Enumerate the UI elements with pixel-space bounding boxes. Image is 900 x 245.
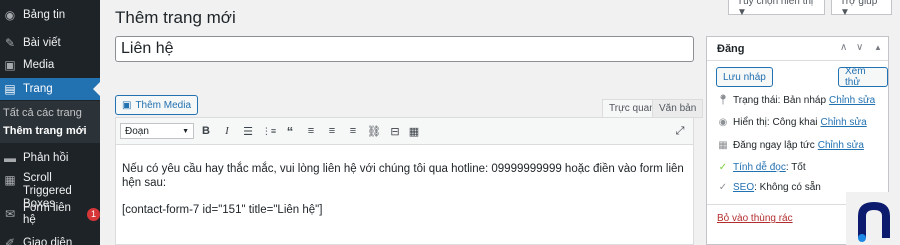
notification-badge: 1: [87, 207, 100, 221]
sidebar-item-label: Form liên hệ: [23, 202, 71, 226]
seo-value: : Không có sẵn: [754, 182, 821, 193]
sidebar-item-posts[interactable]: ✎ Bài viết: [0, 34, 100, 52]
media-icon: ▣: [122, 99, 132, 111]
screen-options-button[interactable]: Tùy chọn hiển thị ▼: [728, 0, 825, 18]
visibility-value: Công khai: [772, 117, 818, 128]
visibility-row: ◉ Hiển thị: Công khai Chỉnh sửa: [717, 117, 867, 128]
mail-icon: ✉: [4, 207, 16, 221]
pin-icon: ✎: [4, 36, 16, 50]
brush-icon: ✐: [4, 236, 16, 245]
unlink-icon[interactable]: ⊟: [388, 124, 402, 138]
publish-box-title: Đăng: [717, 42, 745, 55]
sidebar-item-media[interactable]: ▣ Media: [0, 56, 100, 74]
submenu-add-new-page[interactable]: Thêm trang mới: [0, 125, 100, 137]
bold-icon[interactable]: B: [199, 124, 213, 138]
link-icon[interactable]: ⛓: [367, 124, 381, 138]
visibility-label: Hiển thị:: [733, 117, 770, 128]
schedule-value: ngay lập tức: [759, 140, 815, 151]
toolbar-toggle-icon[interactable]: ▦: [407, 124, 421, 138]
comment-icon: ▬: [4, 151, 16, 165]
numbered-list-icon[interactable]: ⋮≡: [262, 124, 276, 138]
schedule-row: ▦ Đăng ngay lập tức Chỉnh sửa: [717, 140, 864, 151]
add-media-label: Thêm Media: [135, 99, 192, 111]
status-edit-link[interactable]: Chỉnh sửa: [829, 95, 875, 106]
content-paragraph: Nếu có yêu cầu hay thắc mắc, vui lòng li…: [122, 163, 684, 189]
tab-text[interactable]: Văn bản: [652, 99, 704, 118]
editor-content[interactable]: Nếu có yêu cầu hay thắc mắc, vui lòng li…: [122, 162, 687, 230]
preview-button[interactable]: Xem thử: [838, 66, 888, 88]
page-title: Thêm trang mới: [115, 8, 236, 27]
dashboard-icon: ◉: [4, 8, 16, 22]
readability-row: ✓ Tính dễ đọc : Tốt: [717, 162, 806, 173]
page-icon: ▤: [4, 82, 16, 96]
align-center-icon[interactable]: ≡: [325, 124, 339, 138]
seo-row: ✓ SEO : Không có sẵn: [717, 182, 821, 193]
bullet-list-icon[interactable]: ☰: [241, 124, 255, 138]
align-left-icon[interactable]: ≡: [304, 124, 318, 138]
chevron-down-icon: ▼: [182, 128, 189, 135]
sidebar-item-label: Phản hồi: [23, 152, 69, 164]
post-title-input[interactable]: [115, 36, 694, 62]
sidebar-item-appearance[interactable]: ✐ Giao diện: [0, 234, 100, 245]
calendar-icon: ▦: [718, 140, 728, 151]
blockquote-icon[interactable]: “: [283, 124, 297, 139]
save-draft-button[interactable]: Lưu nháp: [716, 67, 773, 87]
sidebar-item-scroll-boxes[interactable]: ▦ Scroll Triggered Boxes: [0, 172, 100, 210]
add-media-button[interactable]: ▣ Thêm Media: [115, 95, 199, 115]
sidebar-item-dashboard[interactable]: ◉ Bảng tin: [0, 6, 100, 24]
schedule-edit-link[interactable]: Chỉnh sửa: [818, 140, 864, 151]
seo-link[interactable]: SEO: [733, 182, 754, 193]
sidebar-item-label: Giao diện: [23, 237, 73, 245]
format-value: Đoạn: [125, 125, 149, 137]
readability-value: : Tốt: [785, 162, 806, 173]
box-icon: ▦: [4, 173, 16, 187]
readability-link[interactable]: Tính dễ đọc: [733, 162, 786, 173]
italic-icon[interactable]: I: [220, 124, 234, 138]
move-to-trash-link[interactable]: Bỏ vào thùng rác: [717, 213, 793, 224]
visibility-edit-link[interactable]: Chỉnh sửa: [821, 117, 867, 128]
sidebar-item-label: Bài viết: [23, 37, 61, 49]
seo-icon: ✓: [718, 182, 728, 193]
sidebar-item-label: Trang: [23, 83, 53, 95]
pin-icon: 📍︎: [716, 95, 730, 106]
brand-logo: [846, 192, 900, 245]
fullscreen-icon[interactable]: ⤢: [673, 124, 687, 138]
chevron-down-icon[interactable]: ∨: [856, 42, 863, 53]
status-row: 📍︎ Trạng thái: Bản nháp Chỉnh sửa: [716, 95, 876, 106]
submenu-all-pages[interactable]: Tất cả các trang: [0, 107, 100, 119]
status-value: Bản nháp: [783, 95, 827, 106]
editor-toolbar: Đoạn ▼ B I ☰ ⋮≡ “ ≡ ≡ ≡ ⛓ ⊟ ▦ ⤢: [116, 118, 693, 145]
collapse-toggle-icon[interactable]: ▲: [874, 43, 882, 52]
content-shortcode: [contact-form-7 id="151" title="Liên hệ"…: [122, 204, 323, 216]
sidebar-item-pages[interactable]: ▤ Trang: [0, 78, 100, 100]
sidebar-item-comments[interactable]: ▬ Phản hồi: [0, 149, 100, 167]
sidebar-item-contact-form[interactable]: ✉ Form liên hệ 1: [0, 202, 100, 226]
sidebar-item-label: Bảng tin: [23, 9, 66, 21]
chevron-up-icon[interactable]: ∧: [840, 42, 847, 53]
format-select[interactable]: Đoạn ▼: [120, 123, 194, 139]
align-right-icon[interactable]: ≡: [346, 124, 360, 138]
status-label: Trạng thái:: [733, 95, 781, 106]
readability-icon: ✓: [718, 162, 728, 173]
admin-sidebar: ◉ Bảng tin ✎ Bài viết ▣ Media ▤ Trang Tấ…: [0, 0, 100, 245]
schedule-label: Đăng: [733, 140, 757, 151]
content-editor[interactable]: Đoạn ▼ B I ☰ ⋮≡ “ ≡ ≡ ≡ ⛓ ⊟ ▦ ⤢ Nếu có y…: [115, 117, 694, 245]
eye-icon: ◉: [718, 117, 728, 128]
help-button[interactable]: Trợ giúp ▼: [831, 0, 892, 18]
media-icon: ▣: [4, 58, 16, 72]
sidebar-item-label: Media: [23, 59, 55, 71]
